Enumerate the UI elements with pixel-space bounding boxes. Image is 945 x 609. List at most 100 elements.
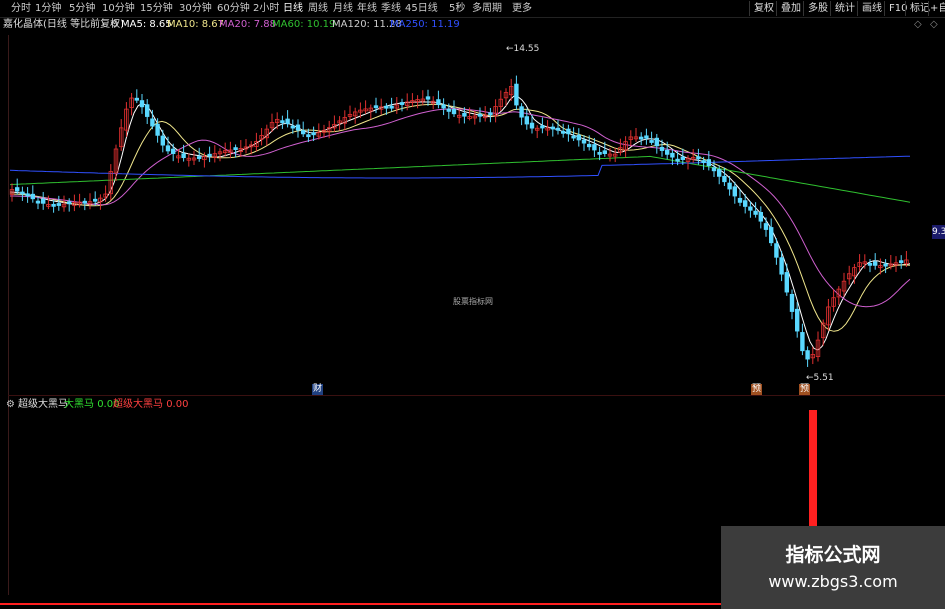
candle-body (155, 123, 160, 136)
candle-body (800, 332, 805, 352)
candle-body (462, 112, 467, 117)
watermark-title: 指标公式网 (785, 544, 881, 566)
candle-body (743, 200, 748, 207)
candle-body (311, 132, 316, 136)
candle-body (524, 116, 529, 125)
candle-body (727, 182, 732, 190)
center-watermark: 股票指标网 (453, 297, 493, 306)
candle-body (717, 169, 722, 177)
candle-body (899, 260, 904, 264)
candle-body (285, 118, 290, 125)
candle-body (160, 135, 165, 146)
candle-body (769, 227, 774, 244)
candle-body (561, 130, 566, 134)
site-watermark: 指标公式网 www.zbgs3.com (721, 526, 945, 609)
candle-body (488, 112, 493, 116)
candle-body (696, 156, 701, 160)
candle-body (165, 145, 171, 152)
candle-body (67, 201, 72, 205)
candle-body (597, 151, 602, 155)
candle-body (576, 134, 581, 141)
candle-body (139, 100, 145, 108)
candle-body (25, 193, 30, 197)
candle-body (779, 257, 784, 275)
candle-body (306, 134, 311, 138)
candle-body (300, 130, 306, 135)
candle-body (763, 223, 769, 230)
candle-body (451, 108, 457, 115)
candle-body (399, 102, 405, 105)
candle-body (555, 127, 561, 131)
low-price-label: ←5.51 (806, 373, 834, 383)
candle-body (51, 203, 56, 207)
candle-body (181, 153, 186, 159)
ma5-line (9, 95, 911, 351)
candle-body (883, 263, 888, 267)
candle-body (867, 262, 873, 266)
candle-body (477, 113, 483, 117)
candle-body (519, 106, 524, 118)
candle-body (295, 124, 301, 131)
candle-body (587, 143, 592, 148)
candle-body (446, 108, 451, 112)
candle-body (35, 200, 41, 204)
candle-body (722, 175, 727, 183)
candle-body (706, 159, 711, 167)
candle-body (670, 152, 675, 158)
candle-body (196, 156, 202, 159)
candle-body (384, 105, 389, 109)
candle-body (441, 104, 446, 109)
candle-body (425, 96, 431, 100)
candle-body (233, 147, 238, 151)
candle-body (389, 105, 394, 109)
indicator-settings-icon[interactable]: ⚙ (6, 398, 15, 411)
candlesticks (9, 75, 909, 367)
candle-body (207, 153, 212, 157)
candle-body (566, 128, 571, 135)
candle-body (784, 272, 789, 293)
candle-body (654, 137, 659, 147)
candle-body (571, 135, 576, 139)
event-marker-forecast[interactable]: 预 (751, 384, 763, 395)
candle-body (93, 198, 98, 202)
candle-body (602, 150, 607, 154)
indicator-series1: 大黑马 0.00 (64, 399, 120, 410)
candle-body (701, 160, 706, 163)
candle-body (550, 126, 555, 130)
indicator-series2: 超级大黑马 0.00 (113, 399, 189, 410)
candle-body (82, 200, 87, 204)
indicator-name[interactable]: 超级大黑马 (18, 398, 68, 411)
candle-body (150, 118, 155, 127)
candle-body (30, 193, 35, 200)
candle-body (753, 210, 758, 215)
candle-body (20, 191, 25, 195)
candle-body (774, 243, 779, 258)
candle-body (514, 83, 519, 106)
candle-body (649, 140, 654, 143)
high-price-label: ←14.55 (506, 44, 540, 54)
event-marker-finance[interactable]: 财 (312, 384, 324, 395)
candle-body (592, 144, 597, 151)
candle-body (873, 261, 878, 266)
candle-body (789, 293, 795, 312)
super-horse-signal-bar (809, 410, 817, 526)
right-price-label: 9.3 (932, 225, 945, 239)
candle-body (737, 197, 743, 203)
event-marker-forecast-2[interactable]: 预 (799, 384, 811, 395)
candle-body (529, 122, 535, 129)
candle-body (711, 167, 717, 172)
candle-body (56, 203, 61, 206)
candle-body (644, 135, 649, 139)
candle-body (748, 206, 753, 211)
candle-body (758, 211, 763, 222)
candle-body (280, 120, 285, 124)
candle-body (41, 198, 46, 204)
candle-body (805, 350, 810, 360)
candle-body (373, 105, 379, 109)
moving-average-lines (9, 95, 911, 351)
candle-body (659, 146, 665, 151)
candle-body (675, 158, 680, 162)
candle-body (134, 97, 139, 101)
candle-body (732, 186, 737, 197)
candle-body (581, 139, 587, 144)
